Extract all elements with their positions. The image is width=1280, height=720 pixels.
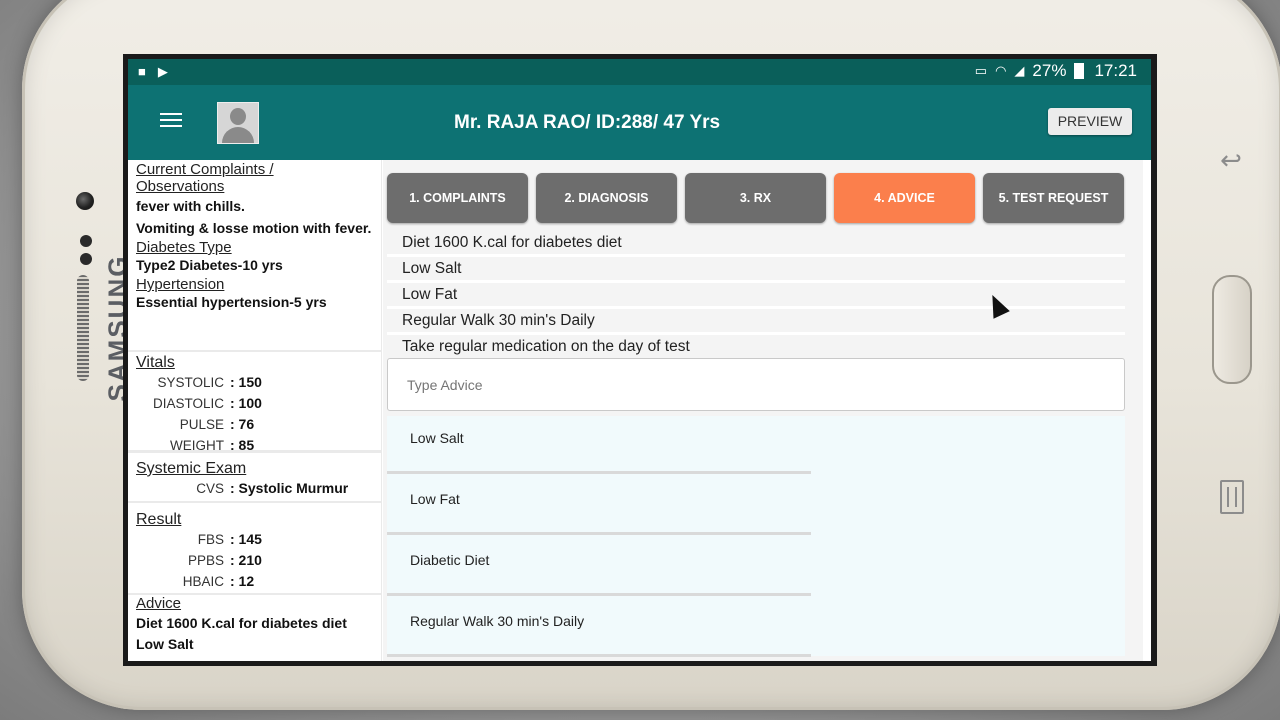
person-avatar-icon[interactable] (217, 102, 259, 144)
systemic-section: Systemic Exam CVS: Systolic Murmur (128, 453, 381, 501)
list-item[interactable]: Take regular medication on the day of te… (387, 335, 1125, 358)
list-item[interactable]: Regular Walk 30 min's Daily (387, 309, 1125, 335)
systemic-row: CVS: Systolic Murmur (196, 480, 349, 496)
complaints-heading: Current Complaints / Observations (136, 161, 274, 195)
complaint-item: fever with chills. (136, 198, 245, 214)
tab-test-request[interactable]: 5. TEST REQUEST (983, 173, 1124, 223)
advice-summary-item: Diet 1600 K.cal for diabetes diet (136, 615, 347, 631)
workflow-tabs: 1. COMPLAINTS 2. DIAGNOSIS 3. RX 4. ADVI… (387, 173, 1124, 223)
result-row: PPBS: 210 (187, 552, 262, 568)
tab-diagnosis[interactable]: 2. DIAGNOSIS (536, 173, 677, 223)
suggestion-item[interactable]: Low Salt (387, 416, 811, 474)
vital-row: SYSTOLIC: 150 (157, 374, 262, 390)
vital-row: DIASTOLIC: 100 (152, 395, 262, 411)
front-camera (76, 192, 94, 210)
advice-summary-item: Low Salt (136, 636, 194, 652)
result-row: HBAIC: 12 (182, 573, 255, 589)
video-icon: ■ (138, 64, 146, 79)
hamburger-icon[interactable] (160, 113, 182, 129)
diabetes-value: Type2 Diabetes-10 yrs (136, 257, 283, 273)
selected-advice-list: Diet 1600 K.cal for diabetes diet Low Sa… (387, 231, 1125, 358)
play-store-icon: ▶ (157, 64, 168, 79)
signal-icon: ◢ (1014, 63, 1025, 78)
patient-title: Mr. RAJA RAO/ ID:288/ 47 Yrs (454, 112, 721, 133)
home-button[interactable] (1212, 275, 1252, 384)
history-section: Current Complaints / Observations fever … (128, 160, 381, 350)
preview-button[interactable]: PREVIEW (1048, 108, 1132, 135)
complaint-item: Vomiting & losse motion with fever. (136, 220, 372, 236)
light-sensor (80, 253, 92, 265)
emr-app: ■ ▶ ▭ ◠ ◢ 27% 17:21 Mr. RAJA RAO/ ID:288… (128, 59, 1151, 661)
result-row: FBS: 145 (197, 531, 262, 547)
result-heading: Result (136, 511, 182, 528)
suggestion-item[interactable]: Regular Walk 30 min's Daily (387, 599, 811, 657)
device-screen: ■ ▶ ▭ ◠ ◢ 27% 17:21 Mr. RAJA RAO/ ID:288… (123, 54, 1157, 666)
tab-complaints[interactable]: 1. COMPLAINTS (387, 173, 528, 223)
advice-suggestions: Low Salt Low Fat Diabetic Diet Regular W… (387, 416, 1125, 657)
hypertension-heading: Hypertension (136, 276, 225, 293)
earpiece-speaker (77, 275, 89, 381)
list-item[interactable]: Low Salt (387, 257, 1125, 283)
vital-row: PULSE: 76 (179, 416, 255, 432)
suggestion-item[interactable]: Diabetic Diet (387, 538, 811, 596)
tab-advice[interactable]: 4. ADVICE (834, 173, 975, 223)
clock: 17:21 (1094, 61, 1137, 80)
status-bar: ■ ▶ ▭ ◠ ◢ 27% 17:21 (128, 59, 1151, 85)
vitals-section: Vitals SYSTOLIC: 150 DIASTOLIC: 100 PULS… (128, 352, 381, 453)
battery-percent: 27% (1032, 61, 1067, 80)
result-section: Result FBS: 145 PPBS: 210 HBAIC: 12 (128, 503, 381, 593)
advice-input[interactable] (387, 358, 1125, 411)
diabetes-heading: Diabetes Type (136, 239, 232, 256)
advice-summary-section: Advice Diet 1600 K.cal for diabetes diet… (128, 595, 381, 661)
systemic-heading: Systemic Exam (136, 460, 247, 477)
hypertension-value: Essential hypertension-5 yrs (136, 294, 327, 310)
battery-icon (1074, 63, 1085, 79)
app-bar: Mr. RAJA RAO/ ID:288/ 47 Yrs PREVIEW (128, 85, 1151, 160)
cast-icon: ▭ (974, 63, 988, 78)
list-item[interactable]: Low Fat (387, 283, 1125, 309)
list-item[interactable]: Diet 1600 K.cal for diabetes diet (387, 231, 1125, 257)
wifi-icon: ◠ (995, 63, 1007, 78)
patient-summary-panel: Current Complaints / Observations fever … (128, 160, 382, 661)
proximity-sensor (80, 235, 92, 247)
recent-apps-key-icon[interactable] (1220, 480, 1244, 514)
vitals-heading: Vitals (136, 354, 175, 371)
tab-rx[interactable]: 3. RX (685, 173, 826, 223)
suggestion-item[interactable]: Low Fat (387, 477, 811, 535)
back-key-icon[interactable]: ↩ (1218, 146, 1244, 176)
advice-panel: 1. COMPLAINTS 2. DIAGNOSIS 3. RX 4. ADVI… (383, 160, 1143, 661)
advice-heading: Advice (136, 595, 182, 612)
